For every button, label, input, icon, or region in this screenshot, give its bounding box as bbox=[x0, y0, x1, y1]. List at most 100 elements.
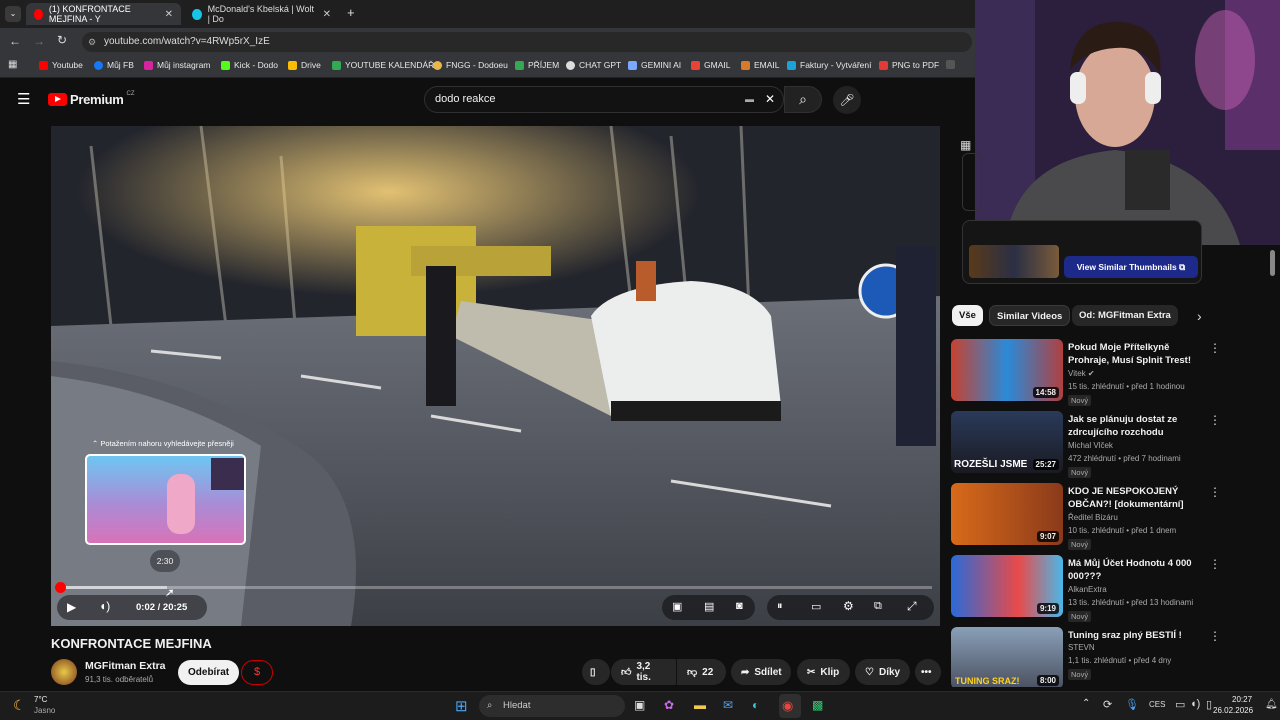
list-item[interactable]: TUNING SRAZ! 8:00 Tuning sraz plný BESTIÍ… bbox=[951, 627, 1271, 687]
taskbar-search[interactable]: ⌕ Hledat bbox=[479, 695, 625, 717]
bookmark-prijem[interactable]: PŘÍJEM bbox=[515, 60, 559, 70]
bookmark-fngg[interactable]: FNGG - Dodoeu bbox=[433, 60, 508, 70]
windows-start-icon[interactable]: ⊞ bbox=[455, 697, 468, 715]
miniplayer-icon[interactable]: ⧉ bbox=[874, 600, 882, 613]
new-tab-icon[interactable]: + bbox=[347, 5, 355, 20]
like-button[interactable]: 👍︎ 3,2 tis. bbox=[611, 659, 676, 685]
battery-icon[interactable]: ▯ bbox=[1206, 698, 1212, 711]
subscribe-button[interactable]: Odebírat bbox=[178, 660, 240, 685]
fullscreen-icon[interactable]: ⤢ bbox=[907, 599, 917, 614]
tab-wolt[interactable]: McDonald's Kbelská | Wolt | Do ✕ bbox=[184, 3, 339, 25]
bookmark-drive[interactable]: Drive bbox=[288, 60, 321, 70]
language-indicator[interactable]: CES bbox=[1149, 700, 1165, 709]
search-button[interactable]: ⌕ bbox=[784, 86, 822, 113]
more-icon[interactable]: ⋮ bbox=[1209, 413, 1221, 427]
chip-similar-videos[interactable]: Similar Videos bbox=[989, 305, 1071, 326]
bookmark-chatgpt[interactable]: CHAT GPT bbox=[566, 60, 621, 70]
voice-search-button[interactable]: 🎤︎ bbox=[833, 86, 861, 114]
site-info-icon[interactable]: ⚙ bbox=[88, 32, 96, 52]
apps-grid-icon[interactable]: ▦ bbox=[8, 59, 17, 70]
chat-icon[interactable]: ▦ bbox=[960, 138, 971, 152]
view-similar-thumbnails-button[interactable]: View Similar Thumbnails ⧉ bbox=[1064, 256, 1198, 278]
tab-youtube[interactable]: (1) KONFRONTACE MEJFINA - Y ✕ bbox=[26, 3, 181, 25]
autoplay-toggle-icon[interactable]: ⏸ bbox=[777, 600, 783, 613]
edge-icon[interactable]: ◐ bbox=[752, 698, 759, 712]
list-item[interactable]: 14:58 Pokud Moje Přítelkyně Prohraje, Mu… bbox=[951, 339, 1271, 406]
close-tab-icon[interactable]: ✕ bbox=[165, 9, 173, 20]
reload-icon[interactable]: ↻ bbox=[57, 33, 67, 47]
keyboard-icon[interactable]: ▬ bbox=[745, 87, 754, 112]
progress-scrubber[interactable] bbox=[55, 582, 66, 593]
chip-all[interactable]: Vše bbox=[952, 305, 983, 326]
task-view-icon[interactable]: ▣ bbox=[634, 698, 645, 712]
more-actions-button[interactable]: ••• bbox=[915, 659, 941, 685]
sync-icon[interactable]: ⟳ bbox=[1103, 698, 1112, 711]
tray-chevron-icon[interactable]: ⌃ bbox=[1082, 698, 1090, 709]
network-icon[interactable]: ▭ bbox=[1175, 698, 1185, 711]
similar-thumbnail-preview[interactable] bbox=[969, 245, 1059, 278]
join-button[interactable]: $ bbox=[241, 660, 273, 685]
bookmark-email[interactable]: EMAIL bbox=[741, 60, 780, 70]
bookmark-gmail[interactable]: GMAIL bbox=[691, 60, 730, 70]
dislike-button[interactable]: 👎︎ 22 bbox=[677, 659, 726, 685]
outlook-icon[interactable]: ✉ bbox=[723, 698, 733, 712]
weather-moon-icon: ☾ bbox=[13, 697, 26, 713]
dollar-icon: $ bbox=[253, 666, 261, 678]
bookmark-faktury[interactable]: Faktury - Vytváření bbox=[787, 60, 871, 70]
play-icon[interactable]: ▶ bbox=[67, 600, 76, 614]
search-input[interactable]: dodo reakce ▬ ✕ bbox=[424, 86, 784, 113]
bookmark-png-to-pdf[interactable]: PNG to PDF bbox=[879, 60, 939, 70]
excel-icon[interactable]: ▩ bbox=[812, 698, 823, 712]
more-icon[interactable]: ⋮ bbox=[1209, 629, 1221, 643]
volume-icon[interactable]: ◖) bbox=[99, 599, 110, 613]
weather-temp[interactable]: 7°C bbox=[34, 695, 47, 704]
video-player[interactable]: ⌃ Potažením nahoru vyhledávejte přesněji… bbox=[51, 126, 940, 626]
url-field[interactable]: ⚙ youtube.com/watch?v=4RWp5rX_IzE bbox=[82, 32, 972, 52]
speaker-icon[interactable]: ◖) bbox=[1190, 698, 1200, 710]
list-item[interactable]: 9:07 KDO JE NESPOKOJENÝ OBČAN?! [dokumen… bbox=[951, 483, 1271, 550]
copilot-icon[interactable]: ✿ bbox=[664, 698, 674, 712]
list-item[interactable]: ROZEŠLI JSME 25:27 Jak se plánuju dostat … bbox=[951, 411, 1271, 478]
microphone-tray-icon[interactable]: 🎙︎ bbox=[1125, 698, 1139, 711]
clear-search-icon[interactable]: ✕ bbox=[765, 87, 775, 112]
progress-bar[interactable] bbox=[60, 586, 932, 589]
clock-date[interactable]: 26.02.2026 bbox=[1213, 706, 1253, 715]
chevron-right-icon[interactable]: › bbox=[1197, 308, 1202, 324]
chip-channel[interactable]: Od: MGFitman Extra bbox=[1072, 305, 1178, 326]
bookmark-gemini[interactable]: GEMINI AI bbox=[628, 60, 681, 70]
bookmark-s[interactable] bbox=[946, 60, 955, 69]
screenshot-icon[interactable]: ◙ bbox=[736, 600, 743, 612]
bookmark-kick[interactable]: Kick - Dodo bbox=[221, 60, 278, 70]
more-icon[interactable]: ⋮ bbox=[1209, 557, 1221, 571]
weather-desc[interactable]: Jasno bbox=[34, 706, 55, 715]
bookmark-facebook[interactable]: Můj FB bbox=[94, 60, 134, 70]
more-icon[interactable]: ⋮ bbox=[1209, 485, 1221, 499]
file-explorer-icon[interactable]: ▬ bbox=[694, 698, 706, 712]
save-button[interactable]: ▯ bbox=[582, 659, 610, 685]
settings-icon[interactable]: ⚙ bbox=[843, 599, 854, 613]
notification-bell-icon[interactable]: 🔔︎ bbox=[1265, 699, 1278, 710]
bookmark-instagram[interactable]: Můj instagram bbox=[144, 60, 210, 70]
share-button[interactable]: ➦ Sdílet bbox=[731, 659, 791, 685]
clip-button[interactable]: ✂ Klip bbox=[797, 659, 850, 685]
bookmark-yt-calendar[interactable]: YOUTUBE KALENDÁŘ bbox=[332, 60, 434, 70]
bookmark-youtube[interactable]: Youtube bbox=[39, 60, 83, 70]
list-item[interactable]: 9:19 Má Můj Účet Hodnotu 4 000 000??? Al… bbox=[951, 555, 1271, 622]
subtitles-icon[interactable]: ▭ bbox=[811, 600, 821, 613]
tab-search-icon[interactable]: ⌄ bbox=[5, 6, 21, 22]
menu-icon[interactable]: ☰ bbox=[17, 90, 30, 108]
chrome-icon[interactable]: ◉ bbox=[782, 698, 793, 714]
clock-time[interactable]: 20:27 bbox=[1232, 695, 1252, 704]
channel-name[interactable]: MGFitman Extra bbox=[85, 660, 166, 672]
back-icon[interactable]: ← bbox=[9, 34, 21, 48]
youtube-premium-logo[interactable]: Premium CZ bbox=[48, 91, 135, 107]
more-icon[interactable]: ⋮ bbox=[1209, 341, 1221, 355]
image-icon[interactable]: ▣ bbox=[672, 600, 682, 613]
forward-icon[interactable]: → bbox=[33, 34, 45, 48]
thanks-button[interactable]: ♡ Díky bbox=[855, 659, 910, 685]
email-icon bbox=[741, 60, 750, 70]
channel-avatar[interactable] bbox=[51, 659, 77, 685]
page-scrollbar[interactable] bbox=[1270, 250, 1275, 276]
close-tab-icon[interactable]: ✕ bbox=[323, 9, 331, 20]
transcript-icon[interactable]: ▤ bbox=[704, 600, 714, 613]
